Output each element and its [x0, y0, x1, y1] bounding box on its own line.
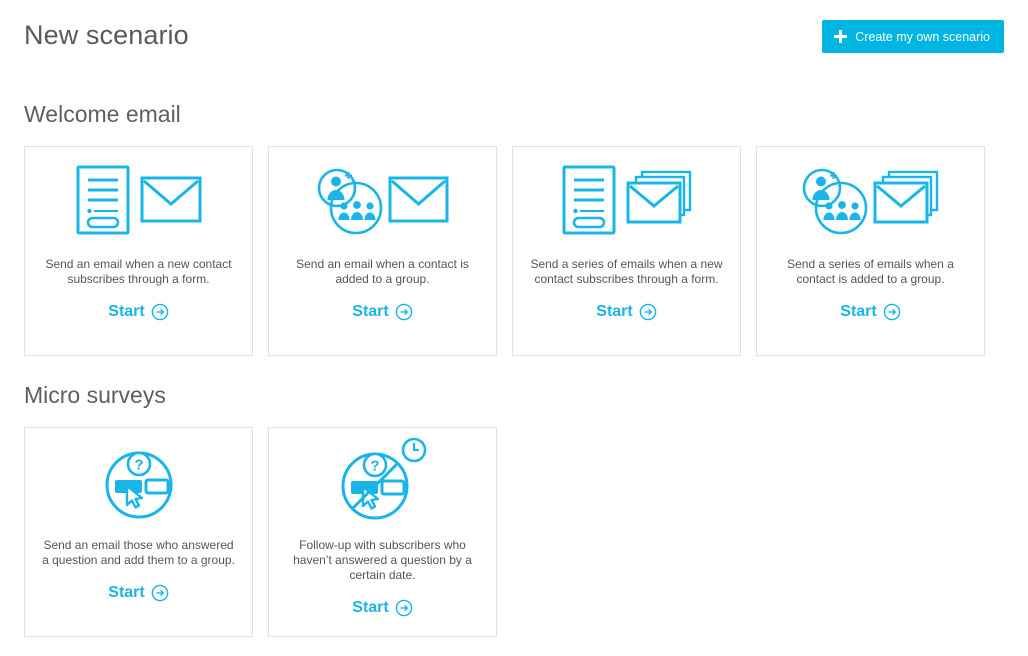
start-link[interactable]: Start: [840, 303, 901, 321]
survey-unanswered-clock-icon: ?: [269, 428, 496, 528]
page-header: New scenario Create my own scenario: [0, 0, 1028, 78]
form-and-envelope-stack-icon: [513, 147, 740, 247]
arrow-right-circle-icon: [639, 303, 657, 321]
plus-icon: [834, 30, 848, 43]
start-label: Start: [352, 303, 389, 320]
scenario-description: Send an email those who answered a quest…: [42, 538, 235, 567]
scenario-card[interactable]: Send an email when a contact is added to…: [268, 146, 497, 356]
arrow-right-circle-icon: [395, 303, 413, 321]
section-title: Micro surveys: [24, 382, 166, 408]
scenario-description: Send a series of emails when a new conta…: [530, 257, 723, 286]
create-my-own-scenario-button[interactable]: Create my own scenario: [822, 20, 1004, 53]
section-welcome-email: Welcome email Send an email when a new c…: [0, 100, 1028, 356]
contacts-group-and-envelope-stack-icon: [757, 147, 984, 247]
start-label: Start: [840, 303, 877, 320]
arrow-right-circle-icon: [151, 584, 169, 602]
start-label: Start: [596, 303, 633, 320]
start-link[interactable]: Start: [352, 599, 413, 617]
scenario-description: Send an email when a contact is added to…: [296, 257, 469, 286]
scenario-description: Send a series of emails when a contact i…: [787, 257, 954, 286]
scenario-card[interactable]: Send a series of emails when a new conta…: [512, 146, 741, 356]
form-and-envelope-icon: [25, 147, 252, 247]
survey-answered-icon: ?: [25, 428, 252, 528]
arrow-right-circle-icon: [395, 599, 413, 617]
start-link[interactable]: Start: [352, 303, 413, 321]
svg-text:?: ?: [134, 457, 143, 474]
arrow-right-circle-icon: [151, 303, 169, 321]
scenario-description: Follow-up with subscribers who haven’t a…: [293, 538, 472, 582]
section-title: Welcome email: [24, 101, 181, 127]
contacts-group-and-envelope-icon: [269, 147, 496, 247]
scenario-description: Send an email when a new contact subscri…: [45, 257, 232, 286]
scenario-card[interactable]: ? Follow-up with subscribers who haven’t…: [268, 427, 497, 637]
section-micro-surveys: Micro surveys ? Send an email those who …: [0, 381, 1028, 637]
new-scenario-page: New scenario Create my own scenario Welc…: [0, 0, 1028, 656]
page-title: New scenario: [24, 20, 189, 50]
scenario-card[interactable]: ? Send an email those who answered a que…: [24, 427, 253, 637]
create-button-label: Create my own scenario: [855, 29, 990, 44]
start-label: Start: [108, 303, 145, 320]
start-label: Start: [108, 584, 145, 601]
card-row: ? Send an email those who answered a que…: [0, 427, 1028, 637]
svg-text:?: ?: [370, 458, 379, 475]
start-link[interactable]: Start: [108, 303, 169, 321]
arrow-right-circle-icon: [883, 303, 901, 321]
scenario-card[interactable]: Send a series of emails when a contact i…: [756, 146, 985, 356]
scenario-card[interactable]: Send an email when a new contact subscri…: [24, 146, 253, 356]
card-row: Send an email when a new contact subscri…: [0, 146, 1028, 356]
start-label: Start: [352, 599, 389, 616]
start-link[interactable]: Start: [596, 303, 657, 321]
start-link[interactable]: Start: [108, 584, 169, 602]
